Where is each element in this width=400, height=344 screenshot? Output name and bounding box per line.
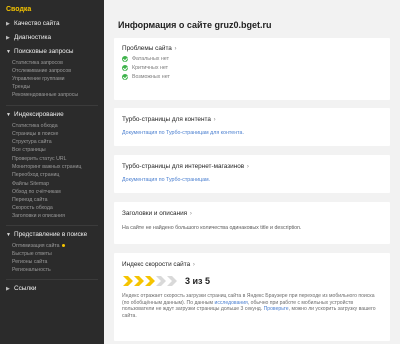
- sidebar-item[interactable]: Переобход страниц: [12, 171, 100, 179]
- problem-label: Возможных нет: [132, 74, 170, 80]
- sidebar-summary-link[interactable]: Сводка: [0, 0, 104, 17]
- sidebar-item[interactable]: Страницы в поиске: [12, 130, 100, 138]
- sidebar-divider: [6, 225, 98, 226]
- problem-row-critical: Критичных нет: [122, 65, 382, 71]
- sidebar-section-links[interactable]: ▶ Ссылки: [0, 282, 104, 296]
- sidebar-indexing-list: Статистика обхода Страницы в поиске Стру…: [0, 122, 104, 223]
- speed-card: Индекс скорости сайта › 3 из 5 Индекс от…: [114, 253, 390, 341]
- chevron-right-icon: ›: [211, 117, 216, 123]
- sidebar-item[interactable]: Все страницы: [12, 146, 100, 154]
- sidebar-item[interactable]: Переезд сайта: [12, 196, 100, 204]
- speed-gauge: 3 из 5: [122, 275, 382, 287]
- sidebar-item[interactable]: Мониторинг важных страниц: [12, 163, 100, 172]
- chevron-right-icon: ▶: [6, 286, 10, 293]
- sidebar-queries-list: Статистика запросов Отслеживание запросо…: [0, 59, 104, 103]
- check-circle-icon: [122, 56, 128, 62]
- sidebar-divider: [6, 279, 98, 281]
- sidebar-section-label: Ссылки: [14, 285, 37, 293]
- sidebar-item[interactable]: Проверить статус URL: [12, 155, 100, 163]
- sidebar-section-quality[interactable]: ▶ Качество сайта: [0, 17, 104, 31]
- sidebar-item[interactable]: Отслеживание запросов: [12, 67, 100, 75]
- sidebar-item[interactable]: Тренды: [12, 83, 100, 91]
- sidebar-item-label: Оптимизация сайта: [12, 243, 60, 249]
- sidebar-item[interactable]: Статистика обхода: [12, 122, 100, 130]
- chevron-right-icon: ▶: [6, 35, 10, 41]
- speed-gauge-arrows: [122, 275, 177, 287]
- turbo-shops-docs-link[interactable]: Документация по Турбо-страницам.: [122, 177, 382, 183]
- turbo-shops-card: Турбо-страницы для интернет-магазинов › …: [114, 155, 390, 193]
- card-title-text: Индекс скорости сайта: [122, 261, 191, 268]
- sidebar-section-label: Индексирование: [14, 111, 64, 119]
- sidebar-item-optimization[interactable]: Оптимизация сайта: [12, 242, 100, 250]
- turbo-shops-title[interactable]: Турбо-страницы для интернет-магазинов ›: [122, 163, 382, 170]
- chevron-right-icon: ›: [172, 46, 177, 52]
- sidebar-divider: [6, 105, 98, 107]
- speed-arrow-icon: [167, 276, 177, 286]
- speed-description: Индекс отражает скорость загрузки страни…: [122, 293, 382, 319]
- titles-card: Заголовки и описания › На сайте не найде…: [114, 202, 390, 244]
- titles-card-title[interactable]: Заголовки и описания ›: [122, 210, 382, 217]
- sidebar-section-indexing[interactable]: ▼ Индексирование: [0, 108, 104, 122]
- problem-label: Фатальных нет: [132, 56, 169, 62]
- chevron-down-icon: ▼: [6, 232, 11, 238]
- sidebar-item[interactable]: Файлы Sitemap: [12, 180, 100, 188]
- sidebar-item[interactable]: Скорость обхода: [12, 204, 100, 212]
- titles-card-text: На сайте не найдено большого количества …: [122, 225, 302, 231]
- problems-card-title[interactable]: Проблемы сайта ›: [122, 45, 382, 52]
- check-link[interactable]: Проверьте: [264, 306, 289, 312]
- page-title: Информация о сайте gruz0.bget.ru: [118, 20, 272, 30]
- chevron-right-icon: ›: [191, 262, 195, 268]
- sidebar-section-label: Представление в поиске: [14, 231, 88, 238]
- main-content: Информация о сайте gruz0.bget.ru Проблем…: [104, 0, 400, 344]
- sidebar-item[interactable]: Управление группами: [12, 75, 100, 83]
- research-link[interactable]: исследования: [214, 300, 247, 306]
- sidebar-item[interactable]: Обход по счётчикам: [12, 188, 100, 196]
- card-title-text: Турбо-страницы для контента: [122, 116, 211, 123]
- chevron-right-icon: ▶: [6, 21, 10, 27]
- chevron-right-icon: ›: [245, 164, 249, 170]
- chevron-down-icon: ▼: [6, 49, 11, 55]
- sidebar-item[interactable]: Структура сайта: [12, 138, 100, 146]
- sidebar-section-label: Диагностика: [14, 34, 52, 41]
- chevron-right-icon: ›: [188, 211, 192, 217]
- speed-card-title[interactable]: Индекс скорости сайта ›: [122, 261, 382, 268]
- turbo-content-docs-link[interactable]: Документация по Турбо-страницам для конт…: [122, 130, 382, 136]
- sidebar-item[interactable]: Регионы сайта: [12, 258, 100, 266]
- problem-row-possible: Возможных нет: [122, 74, 382, 80]
- check-circle-icon: [122, 65, 128, 71]
- sidebar-section-label: Поисковые запросы: [14, 48, 74, 55]
- sidebar-section-queries[interactable]: ▼ Поисковые запросы: [0, 45, 104, 59]
- sidebar-item[interactable]: Быстрые ответы: [12, 250, 100, 258]
- problem-label: Критичных нет: [132, 65, 169, 71]
- sidebar-section-label: Качество сайта: [14, 20, 60, 27]
- turbo-content-card: Турбо-страницы для контента › Документац…: [114, 108, 390, 146]
- card-title-text: Турбо-страницы для интернет-магазинов: [122, 163, 245, 170]
- sidebar: Сводка ▶ Качество сайта ▶ Диагностика ▼ …: [0, 0, 104, 344]
- turbo-content-title[interactable]: Турбо-страницы для контента ›: [122, 116, 382, 123]
- check-circle-icon: [122, 74, 128, 80]
- problem-row-fatal: Фатальных нет: [122, 56, 382, 62]
- card-title-text: Проблемы сайта: [122, 45, 172, 52]
- sidebar-item[interactable]: Рекомендованные запросы: [12, 91, 100, 100]
- new-indicator-icon: [61, 244, 65, 248]
- sidebar-appearance-list: Оптимизация сайта Быстрые ответы Регионы…: [0, 242, 104, 277]
- sidebar-item[interactable]: Региональность: [12, 266, 100, 274]
- chevron-down-icon: ▼: [6, 112, 11, 119]
- card-title-text: Заголовки и описания: [122, 210, 188, 217]
- sidebar-item[interactable]: Заголовки и описания: [12, 212, 100, 220]
- sidebar-section-search-appearance[interactable]: ▼ Представление в поиске: [0, 228, 104, 242]
- sidebar-item[interactable]: Статистика запросов: [12, 59, 100, 67]
- problems-card: Проблемы сайта › Фатальных нет Критичных…: [114, 38, 390, 100]
- speed-score: 3 из 5: [185, 276, 211, 286]
- sidebar-section-diagnostics[interactable]: ▶ Диагностика: [0, 31, 104, 45]
